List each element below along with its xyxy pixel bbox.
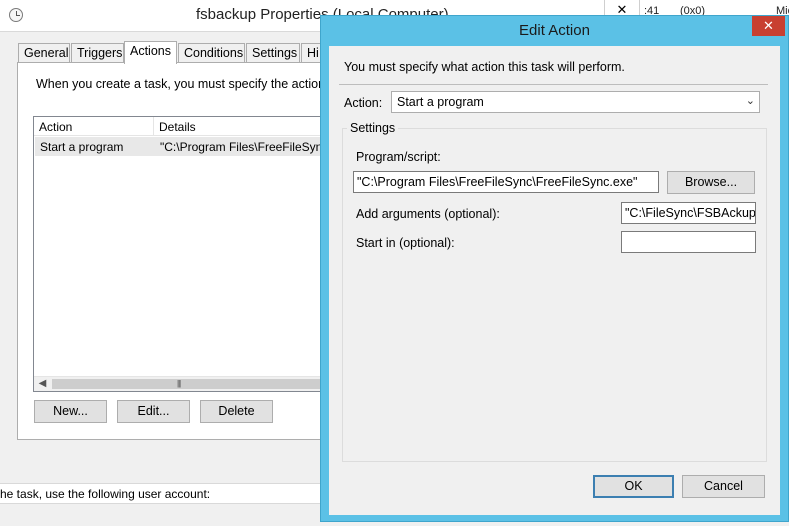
column-header-action[interactable]: Action: [39, 120, 72, 134]
edit-action-dialog: Edit Action ✕ You must specify what acti…: [320, 15, 789, 522]
action-select[interactable]: Start a program ⌄: [391, 91, 760, 113]
program-script-input[interactable]: "C:\Program Files\FreeFileSync\FreeFileS…: [353, 171, 659, 193]
dialog-title: Edit Action: [519, 22, 590, 39]
actions-list[interactable]: Action Details Start a program "C:\Progr…: [33, 116, 337, 392]
edit-action-button[interactable]: Edit...: [117, 400, 190, 423]
cancel-button[interactable]: Cancel: [682, 475, 765, 498]
new-action-button[interactable]: New...: [34, 400, 107, 423]
dialog-instruction: You must specify what action this task w…: [344, 60, 625, 74]
divider: [339, 84, 768, 85]
column-divider[interactable]: [153, 117, 154, 136]
ok-button[interactable]: OK: [593, 475, 674, 498]
dialog-close-button[interactable]: ✕: [752, 16, 785, 36]
chevron-down-icon[interactable]: ⌄: [746, 94, 755, 107]
start-in-input[interactable]: [621, 231, 756, 253]
program-script-value: "C:\Program Files\FreeFileSync\FreeFileS…: [357, 175, 638, 189]
browse-button[interactable]: Browse...: [667, 171, 755, 194]
actions-description: When you create a task, you must specify…: [36, 77, 339, 91]
settings-group-label: Settings: [347, 121, 399, 135]
program-script-label: Program/script:: [356, 150, 441, 164]
arguments-input[interactable]: "C:\FileSync\FSBAckup.f: [621, 202, 756, 224]
grip-icon: |||: [177, 379, 181, 388]
arguments-value: "C:\FileSync\FSBAckup.f: [625, 206, 756, 220]
start-in-label: Start in (optional):: [356, 236, 455, 250]
tab-triggers[interactable]: Triggers: [71, 43, 124, 63]
action-select-value: Start a program: [397, 95, 484, 109]
row-action-cell: Start a program: [40, 140, 124, 154]
security-options-fragment: he task, use the following user account:: [0, 483, 330, 504]
scroll-left-arrow-icon[interactable]: ◀: [34, 377, 51, 391]
tab-conditions[interactable]: Conditions: [178, 43, 245, 63]
table-row[interactable]: Start a program "C:\Program Files\FreeFi…: [35, 137, 331, 156]
row-details-cell: "C:\Program Files\FreeFileSync: [160, 140, 329, 154]
tab-settings[interactable]: Settings: [246, 43, 300, 63]
clock-icon: [9, 8, 23, 22]
tab-actions[interactable]: Actions: [124, 41, 177, 64]
scrollbar-thumb[interactable]: |||: [52, 379, 337, 389]
arguments-label: Add arguments (optional):: [356, 207, 500, 221]
horizontal-scrollbar[interactable]: ◀ |||: [34, 376, 337, 391]
dialog-body: You must specify what action this task w…: [329, 46, 780, 515]
tab-general[interactable]: General: [18, 43, 70, 63]
action-label: Action:: [344, 96, 383, 110]
list-header: Action Details: [34, 117, 332, 136]
user-account-text: he task, use the following user account:: [0, 487, 211, 501]
column-header-details[interactable]: Details: [159, 120, 196, 134]
delete-action-button[interactable]: Delete: [200, 400, 273, 423]
